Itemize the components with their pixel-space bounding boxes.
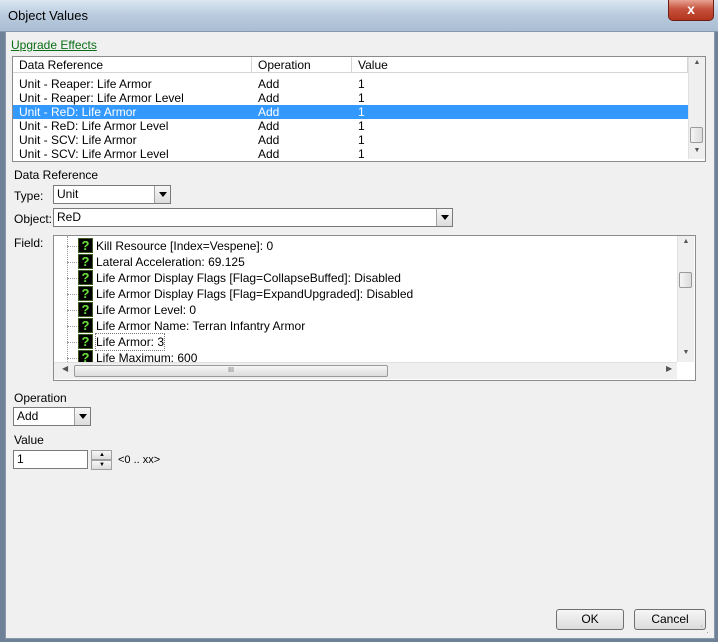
object-label: Object:	[14, 212, 53, 226]
value-range-hint: <0 .. xx>	[118, 454, 161, 466]
scroll-grip-icon: III	[228, 367, 234, 374]
question-mark-icon: ?	[78, 286, 93, 301]
row-operation: Add	[258, 119, 280, 133]
field-vertical-scrollbar[interactable]: ▲ ▼	[677, 236, 694, 362]
value-input-text: 1	[17, 452, 24, 466]
row-data-reference: Unit - SCV: Life Armor	[19, 133, 137, 147]
table-row-selected[interactable]: Unit - ReD: Life Armor Add 1	[13, 105, 688, 119]
ok-button[interactable]: OK	[556, 609, 624, 630]
upgrade-effects-link[interactable]: Upgrade Effects	[11, 38, 97, 52]
question-mark-icon: ?	[78, 254, 93, 269]
row-data-reference: Unit - Reaper: Life Armor	[19, 77, 152, 91]
scroll-thumb[interactable]	[690, 127, 703, 143]
row-operation: Add	[258, 147, 280, 161]
column-header-operation[interactable]: Operation	[252, 57, 352, 73]
chevron-down-icon[interactable]	[154, 186, 170, 203]
question-mark-icon: ?	[78, 238, 93, 253]
tree-item-selected[interactable]: ? Life Armor: 3	[54, 333, 679, 351]
row-data-reference: Unit - ReD: Life Armor	[19, 105, 137, 119]
table-row[interactable]: Unit - Reaper: Life Armor Add 1	[13, 77, 688, 91]
tree-item-label: Lateral Acceleration: 69.125	[96, 255, 245, 269]
scroll-up-arrow-icon[interactable]: ▲	[678, 238, 694, 245]
tree-item-label: Life Armor Display Flags [Flag=ExpandUpg…	[96, 287, 414, 301]
data-reference-heading: Data Reference	[14, 168, 99, 182]
spin-up-icon: ▲	[99, 452, 105, 458]
tree-item-label: Kill Resource [Index=Vespene]: 0	[96, 239, 274, 253]
tree-item[interactable]: ? Life Armor Level: 0	[54, 302, 679, 318]
table-row[interactable]: Unit - ReD: Life Armor Level Add 1	[13, 119, 688, 133]
tree-item[interactable]: ? Life Armor Name: Terran Infantry Armor	[54, 318, 679, 334]
value-increment-button[interactable]: ▲	[91, 450, 112, 460]
type-select[interactable]: Unit	[53, 185, 171, 204]
row-operation: Add	[258, 77, 280, 91]
tree-item[interactable]: ? Life Armor Display Flags [Flag=Collaps…	[54, 270, 679, 286]
operation-select[interactable]: Add	[13, 407, 91, 426]
effects-vertical-scrollbar[interactable]: ▲ ▼	[688, 57, 705, 159]
scroll-down-arrow-icon[interactable]: ▼	[678, 349, 694, 356]
tree-item-label: Life Armor Level: 0	[96, 303, 197, 317]
resize-grip-icon[interactable]: ⋱	[700, 624, 709, 635]
scroll-thumb[interactable]	[679, 272, 692, 288]
value-decrement-button[interactable]: ▼	[91, 460, 112, 470]
row-data-reference: Unit - Reaper: Life Armor Level	[19, 91, 184, 105]
row-data-reference: Unit - ReD: Life Armor Level	[19, 119, 169, 133]
table-row[interactable]: Unit - SCV: Life Armor Level Add 1	[13, 147, 688, 161]
row-operation: Add	[258, 133, 280, 147]
title-bar[interactable]: Object Values	[0, 0, 718, 32]
operation-select-value: Add	[17, 409, 39, 423]
scroll-up-arrow-icon[interactable]: ▲	[689, 59, 705, 66]
operation-label: Operation	[14, 391, 67, 405]
field-tree: ? Kill Resource [Index=Vespene]: 0 ? Lat…	[53, 235, 696, 381]
field-horizontal-scrollbar[interactable]: ◀ III ▶	[54, 362, 677, 379]
table-row[interactable]: Unit - SCV: Life Armor Add 1	[13, 133, 688, 147]
row-operation: Add	[258, 105, 280, 119]
value-label: Value	[14, 433, 44, 447]
question-mark-icon: ?	[78, 334, 93, 349]
column-header-value[interactable]: Value	[352, 57, 688, 73]
question-mark-icon: ?	[78, 270, 93, 285]
row-value: 1	[358, 147, 365, 161]
chevron-down-icon[interactable]	[74, 408, 90, 425]
value-input[interactable]: 1	[13, 450, 88, 469]
window-title: Object Values	[8, 8, 88, 23]
effects-table: Data Reference Operation Value Unit - Re…	[12, 56, 706, 162]
row-value: 1	[358, 91, 365, 105]
row-data-reference: Unit - SCV: Life Armor Level	[19, 147, 169, 161]
dialog-body: Upgrade Effects Data Reference Operation…	[5, 31, 715, 639]
horizontal-scroll-thumb[interactable]: III	[74, 365, 388, 377]
scroll-right-arrow-icon[interactable]: ▶	[666, 364, 672, 373]
close-button[interactable]: x	[668, 0, 714, 21]
scroll-left-arrow-icon[interactable]: ◀	[62, 364, 68, 373]
cancel-button[interactable]: Cancel	[634, 609, 706, 630]
row-value: 1	[358, 119, 365, 133]
tree-item-label: Life Armor Name: Terran Infantry Armor	[96, 319, 306, 333]
close-icon: x	[687, 1, 695, 17]
table-row[interactable]: Unit - Reaper: Life Armor Level Add 1	[13, 91, 688, 105]
tree-item-label: Life Armor Display Flags [Flag=CollapseB…	[96, 271, 401, 285]
field-label: Field:	[14, 236, 44, 250]
row-value: 1	[358, 133, 365, 147]
row-value: 1	[358, 77, 365, 91]
tree-item[interactable]: ? Kill Resource [Index=Vespene]: 0	[54, 238, 679, 254]
column-header-data-reference[interactable]: Data Reference	[13, 57, 252, 73]
object-select-value: ReD	[57, 210, 82, 224]
tree-item[interactable]: ? Lateral Acceleration: 69.125	[54, 254, 679, 270]
question-mark-icon: ?	[78, 318, 93, 333]
type-label: Type:	[14, 189, 44, 203]
row-value: 1	[358, 105, 365, 119]
spin-down-icon: ▼	[99, 462, 105, 468]
tree-item[interactable]: ? Life Armor Display Flags [Flag=ExpandU…	[54, 286, 679, 302]
row-operation: Add	[258, 91, 280, 105]
object-select[interactable]: ReD	[53, 208, 453, 227]
chevron-down-icon[interactable]	[436, 209, 452, 226]
question-mark-icon: ?	[78, 302, 93, 317]
tree-item-label: Life Armor: 3	[94, 333, 166, 351]
type-select-value: Unit	[57, 187, 79, 201]
scroll-down-arrow-icon[interactable]: ▼	[689, 147, 705, 154]
